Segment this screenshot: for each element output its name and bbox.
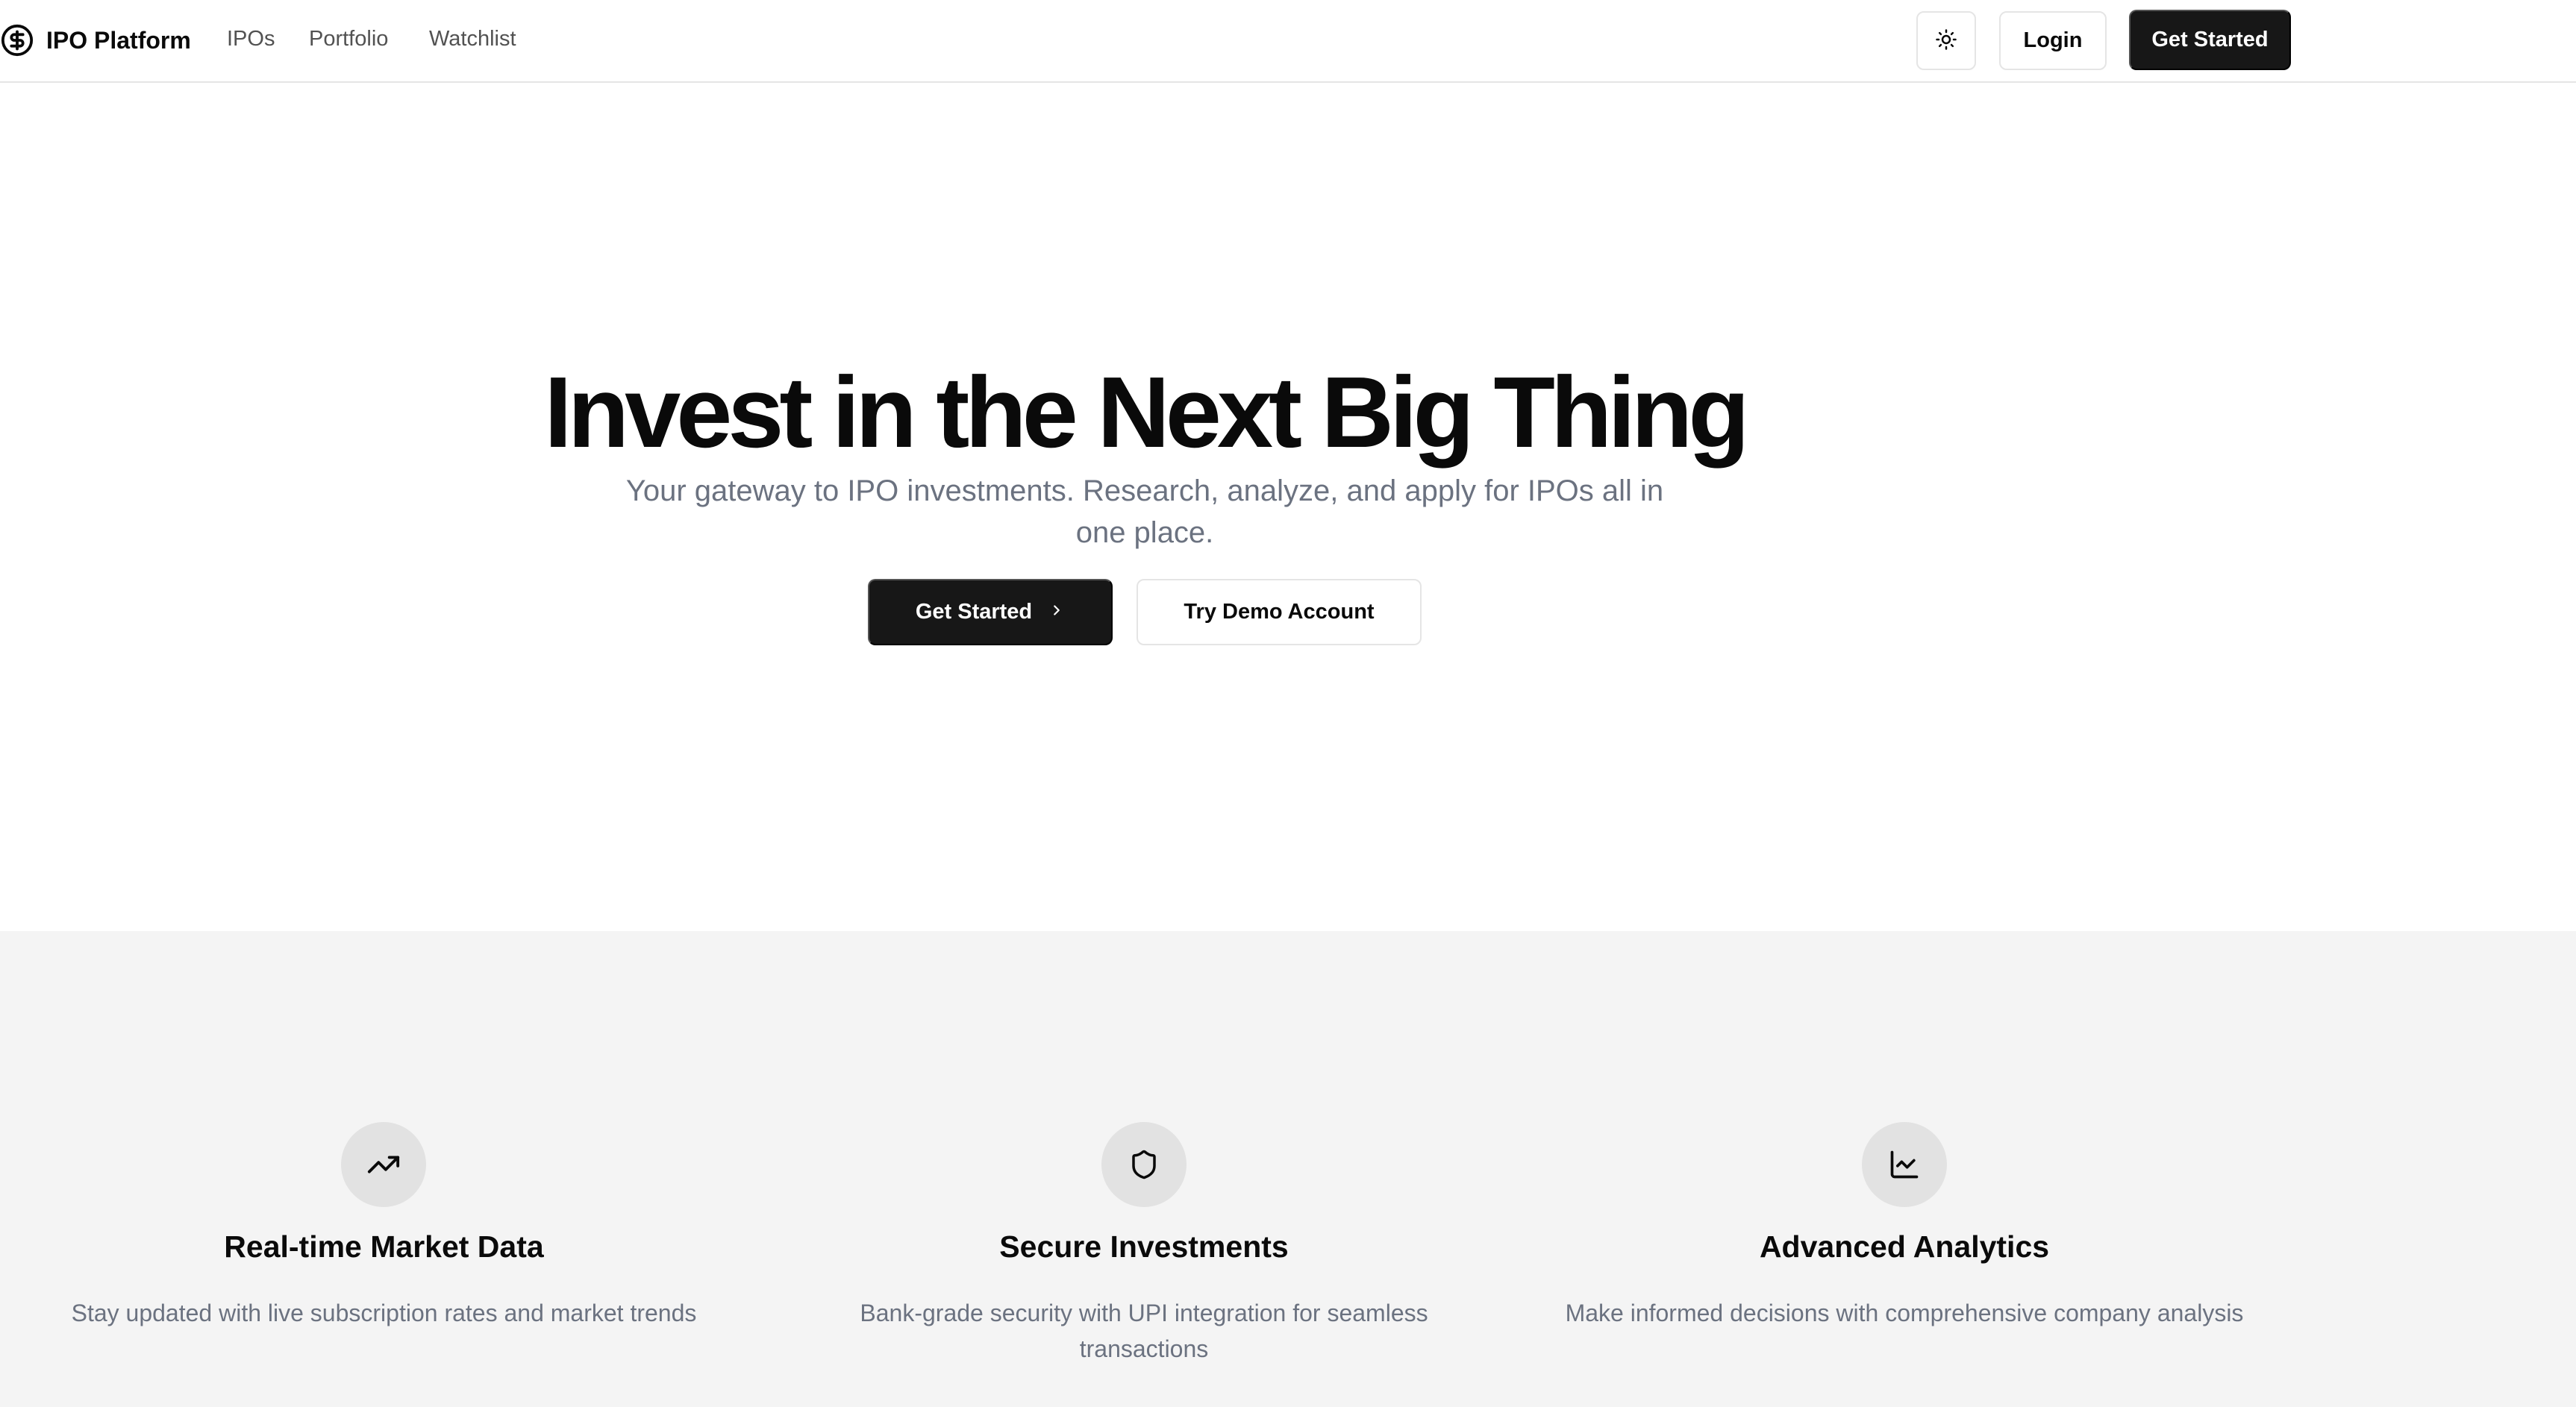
- sun-icon: [1935, 28, 1957, 53]
- feature-title: Advanced Analytics: [1759, 1229, 2050, 1264]
- feature-description: Stay updated with live subscription rate…: [71, 1300, 697, 1326]
- get-started-nav-button[interactable]: Get Started: [2129, 10, 2291, 70]
- feature-title: Real-time Market Data: [224, 1229, 544, 1264]
- dollar-circle-icon: [0, 23, 34, 57]
- hero-get-started-label: Get Started: [915, 600, 1033, 624]
- line-chart-icon: [1862, 1122, 1947, 1207]
- nav-link-ipos[interactable]: IPOs: [227, 27, 275, 51]
- try-demo-account-button[interactable]: Try Demo Account: [1137, 579, 1422, 645]
- nav-link-watchlist[interactable]: Watchlist: [429, 27, 516, 51]
- shield-icon: [1101, 1122, 1187, 1207]
- hero-title: Invest in the Next Big Thing: [544, 356, 1750, 469]
- top-navbar: IPO Platform IPOs Portfolio Watchlist Lo…: [0, 0, 2576, 83]
- brand-name: IPO Platform: [46, 26, 191, 54]
- theme-toggle-button[interactable]: [1916, 11, 1976, 70]
- brand[interactable]: IPO Platform: [0, 22, 191, 58]
- feature-description: Bank-grade security with UPI integration…: [860, 1300, 1428, 1362]
- hero-get-started-button[interactable]: Get Started: [868, 579, 1113, 645]
- login-button[interactable]: Login: [1999, 11, 2107, 70]
- features-section: Real-time Market Data Stay updated with …: [0, 931, 2576, 1407]
- feature-description: Make informed decisions with comprehensi…: [1565, 1300, 2244, 1326]
- nav-link-portfolio[interactable]: Portfolio: [309, 27, 388, 51]
- feature-title: Secure Investments: [999, 1229, 1289, 1264]
- trending-up-icon: [341, 1122, 426, 1207]
- chevron-right-icon: [1048, 600, 1065, 624]
- hero-subtitle: Your gateway to IPO investments. Researc…: [625, 474, 1664, 549]
